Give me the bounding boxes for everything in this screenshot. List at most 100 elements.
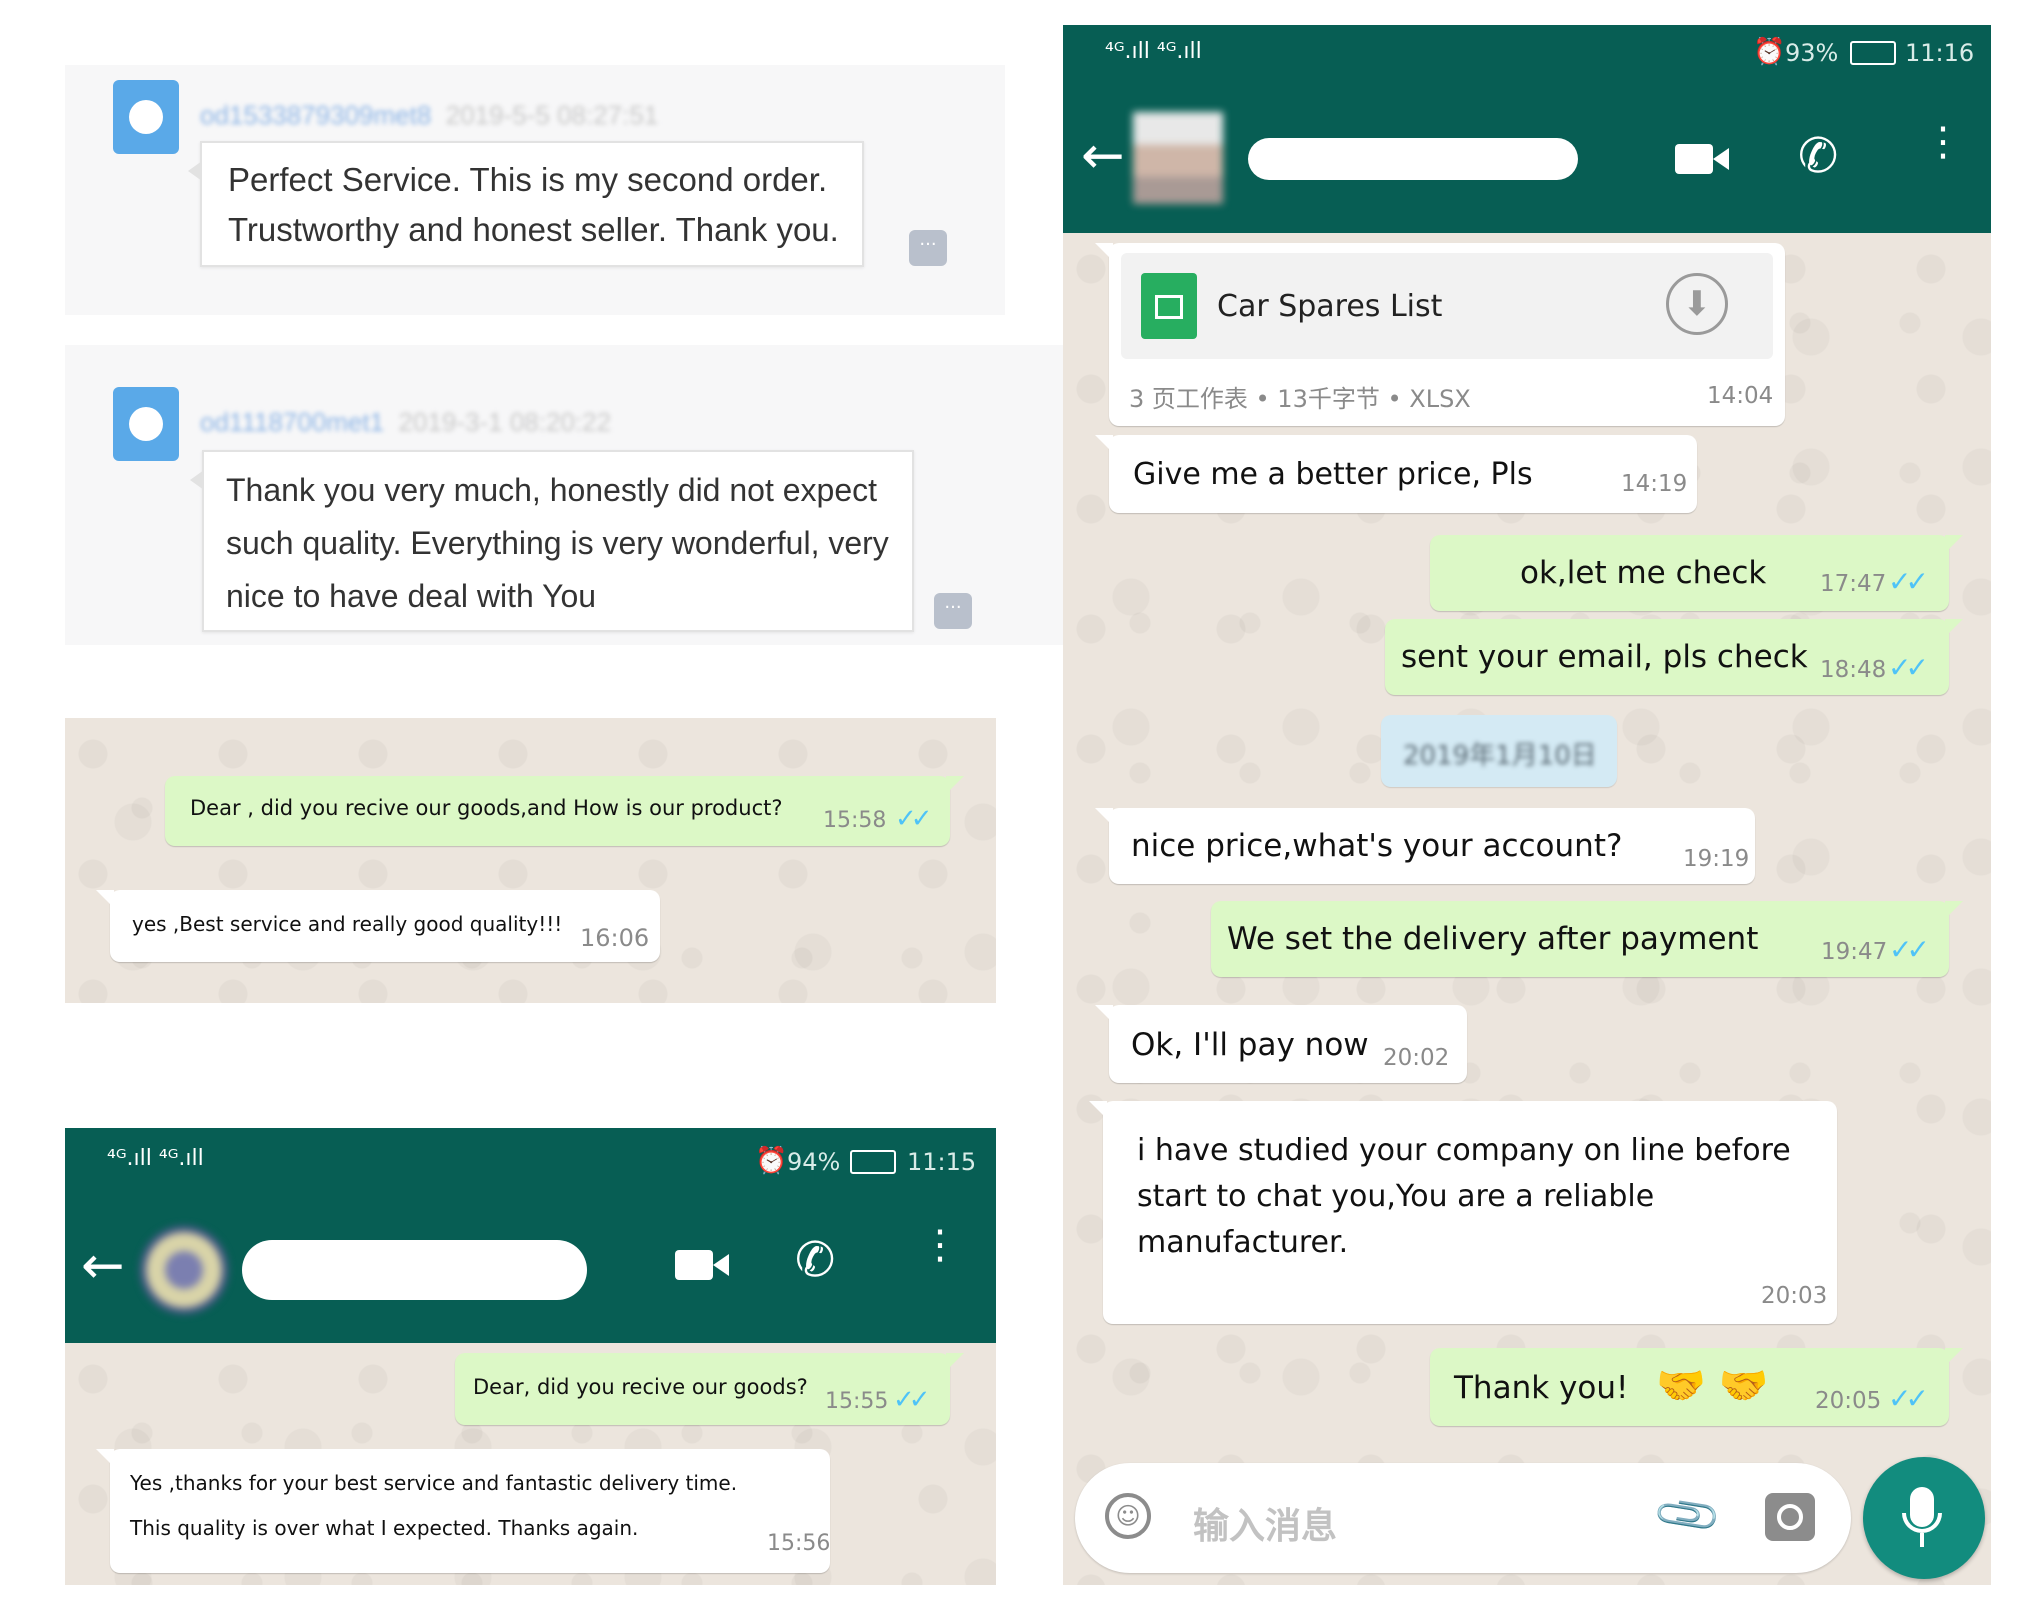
emoji-icon[interactable]: ☺ [1105,1493,1151,1539]
review-comment: Perfect Service. This is my second order… [188,141,864,267]
reviewer-username: od1533879309met8 2019-5-5 08:27:51 [200,100,659,130]
reviewer-avatar [113,387,179,461]
chat-a-background: Dear , did you recive our goods,and How … [65,718,996,1003]
review-text-line: such quality. Everything is very wonderf… [226,525,889,561]
message-input-bar[interactable]: ☺ 输入消息 📎 [1075,1463,1851,1573]
review-card-1: od1533879309met8 2019-5-5 08:27:51 Perfe… [65,65,1005,315]
review-text-line: Perfect Service. This is my second order… [228,161,828,198]
date-label: 2019年1月10日 [1403,741,1597,771]
chat-c-background: Car Spares List ⬇ 3 页工作表 • 13千字节 • XLSX … [1063,233,1991,1585]
file-message[interactable]: Car Spares List ⬇ 3 页工作表 • 13千字节 • XLSX … [1095,243,1785,426]
message-time: 20:03 [1761,1283,1828,1309]
video-call-icon[interactable] [675,1246,729,1282]
message-time: 14:04 [1707,383,1774,409]
reviewer-username: od1118700met1 2019-3-1 08:20:22 [200,407,612,437]
read-receipt-icon: ✓✓ [1888,565,1929,598]
file-meta: 3 页工作表 • 13千字节 • XLSX [1129,385,1471,413]
message-text: sent your email, pls check [1401,639,1808,675]
message-time: 16:06 [580,924,650,952]
outgoing-message[interactable]: We set the delivery after payment 19:47 … [1211,901,1963,977]
message-text: Thank you! [1454,1370,1629,1406]
clock: 11:16 [1905,39,1975,67]
outgoing-message[interactable]: Thank you! 🤝 🤝 20:05 ✓✓ [1430,1348,1963,1426]
outgoing-message[interactable]: ok,let me check 17:47 ✓✓ [1430,535,1963,611]
video-call-icon[interactable] [1675,140,1729,176]
status-bar: ⁴ᴳ.ıll ⁴ᴳ.ıll ⏰ 93% 11:16 [1063,25,1991,88]
attach-icon[interactable]: 📎 [1650,1477,1725,1552]
chat-b-background: Dear, did you recive our goods? 15:55 ✓✓… [65,1343,996,1585]
message-text: manufacturer. [1137,1225,1349,1260]
message-time: 18:48 [1820,657,1887,683]
back-arrow-icon[interactable]: ← [81,1236,125,1296]
message-time: 17:47 [1820,571,1887,597]
read-receipt-icon: ✓✓ [1889,933,1930,966]
review-text-line: Thank you very much, honestly did not ex… [226,472,878,508]
incoming-message[interactable]: i have studied your company on line befo… [1089,1101,1837,1324]
message-time: 15:55 [825,1389,889,1414]
mic-button[interactable] [1863,1457,1985,1579]
message-time: 20:05 [1815,1388,1882,1414]
review-card-2: od1118700met1 2019-3-1 08:20:22 Thank yo… [65,345,1065,645]
incoming-message[interactable]: nice price,what's your account? 19:19 [1095,808,1755,884]
more-options-button[interactable]: ··· [909,230,947,266]
more-options-button[interactable]: ··· [934,593,972,629]
contact-avatar[interactable] [1133,112,1223,204]
incoming-message[interactable]: yes ,Best service and really good qualit… [96,890,660,962]
message-time: 19:47 [1821,939,1888,965]
incoming-message[interactable]: Give me a better price, Pls 14:19 [1095,435,1697,513]
camera-icon[interactable] [1765,1493,1815,1541]
message-text: Dear, did you recive our goods? [473,1375,808,1399]
message-text: ok,let me check [1520,555,1767,591]
message-time: 19:19 [1683,846,1750,872]
file-name: Car Spares List [1217,289,1443,324]
read-receipt-icon: ✓✓ [1888,1382,1929,1415]
message-text: We set the delivery after payment [1227,921,1759,957]
contact-name[interactable] [242,1240,587,1300]
contact-avatar[interactable] [140,1226,228,1314]
date-separator: 2019年1月10日 [1381,715,1617,787]
message-text: yes ,Best service and really good qualit… [132,912,563,936]
battery-percent: 94% [787,1148,841,1176]
message-input[interactable]: 输入消息 [1193,1497,1337,1549]
message-text: Yes ,thanks for your best service and fa… [130,1471,738,1495]
read-receipt-icon: ✓✓ [895,804,932,834]
review-comment: Thank you very much, honestly did not ex… [190,450,914,632]
handshake-icon: 🤝 🤝 [1656,1363,1769,1409]
outgoing-message[interactable]: Dear, did you recive our goods? 15:55 ✓✓ [455,1353,964,1425]
message-text: Ok, I'll pay now [1131,1027,1369,1063]
message-time: 14:19 [1621,471,1688,497]
message-time: 20:02 [1383,1045,1450,1071]
message-text: This quality is over what I expected. Th… [130,1516,639,1540]
incoming-message[interactable]: Yes ,thanks for your best service and fa… [96,1449,830,1573]
message-text: i have studied your company on line befo… [1137,1133,1791,1168]
review-text-line: Trustworthy and honest seller. Thank you… [228,211,839,248]
battery-percent: 93% [1785,39,1839,67]
review-text-line: nice to have deal with You [226,578,597,614]
status-bar: ⁴ᴳ.ıll ⁴ᴳ.ıll ⏰ 94% 11:15 [65,1128,996,1198]
message-time: 15:58 [823,808,887,833]
back-arrow-icon[interactable]: ← [1081,126,1125,186]
battery-icon [1850,41,1896,65]
more-menu-icon[interactable]: ⋮ [1923,122,1963,162]
chat-header: ← ✆ ⋮ [1063,88,1991,233]
signal-icon: ⁴ᴳ.ıll ⁴ᴳ.ıll [1105,39,1202,64]
contact-name[interactable] [1248,138,1578,180]
signal-icon: ⁴ᴳ.ıll ⁴ᴳ.ıll [107,1146,204,1171]
message-text: Dear , did you recive our goods,and How … [190,796,783,820]
alarm-icon: ⏰ [1753,37,1786,67]
incoming-message[interactable]: Ok, I'll pay now 20:02 [1095,1005,1467,1083]
reviewer-avatar [113,80,179,154]
more-menu-icon[interactable]: ⋮ [920,1225,960,1265]
read-receipt-icon: ✓✓ [893,1385,930,1415]
file-card[interactable]: Car Spares List ⬇ [1121,253,1773,359]
battery-icon [850,1150,896,1174]
message-text: nice price,what's your account? [1131,828,1623,864]
phone-call-icon[interactable]: ✆ [1798,128,1838,184]
spreadsheet-icon [1141,273,1197,339]
phone-call-icon[interactable]: ✆ [795,1232,835,1288]
outgoing-message[interactable]: Dear , did you recive our goods,and How … [165,776,964,846]
message-text: Give me a better price, Pls [1133,457,1533,492]
download-icon[interactable]: ⬇ [1666,273,1728,335]
clock: 11:15 [907,1148,977,1176]
outgoing-message[interactable]: sent your email, pls check 18:48 ✓✓ [1385,619,1963,695]
